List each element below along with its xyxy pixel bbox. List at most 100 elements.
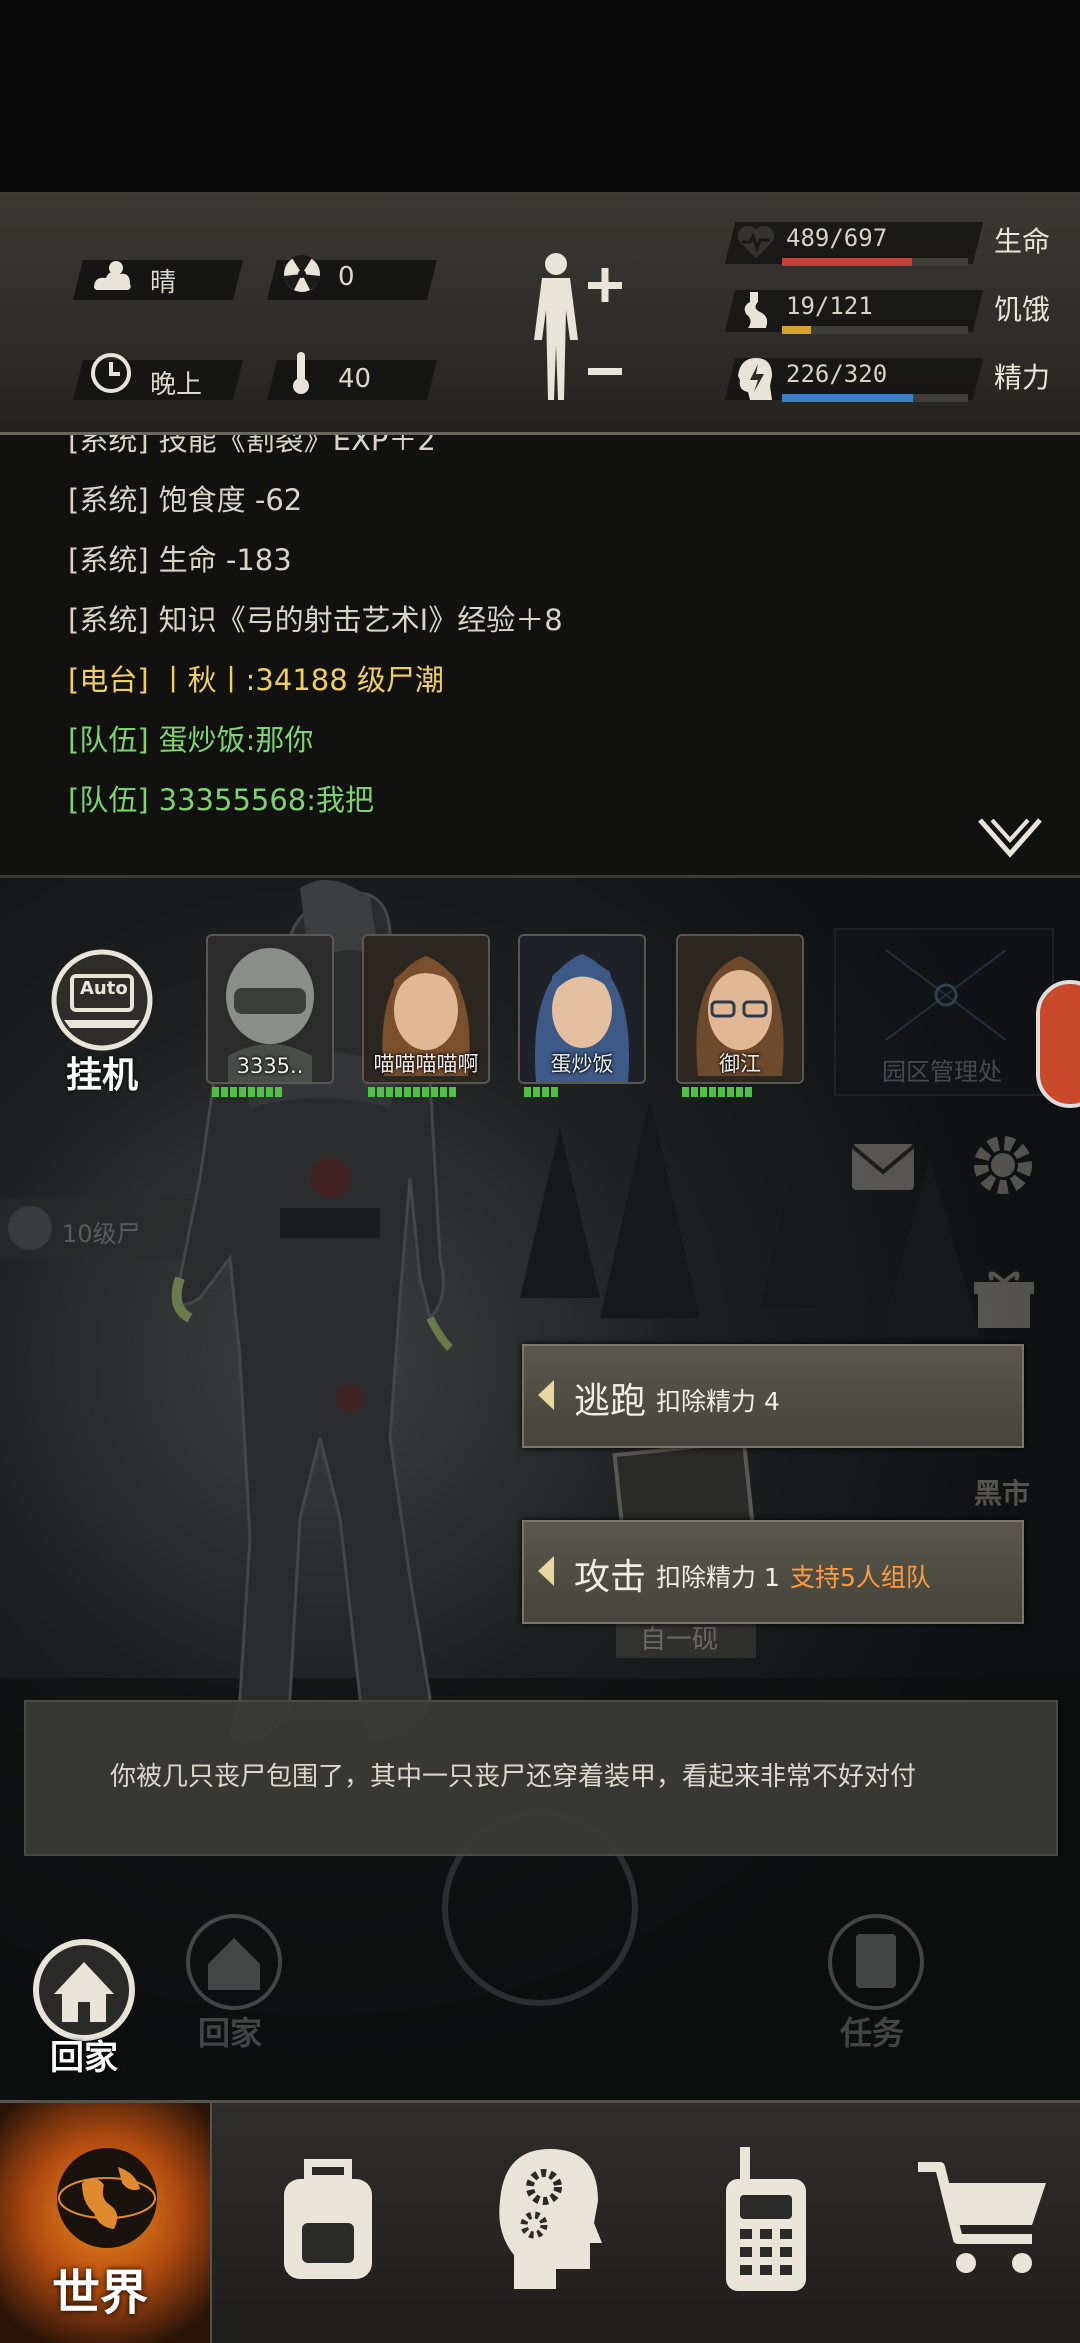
event-description-box: 你被几只丧尸包围了，其中一只丧尸还穿着装甲，看起来非常不好对付 [24,1700,1058,1856]
weather-value: 晴 [150,268,177,298]
task-button[interactable]: 任务 [826,1912,936,2052]
log-text: 知识《弓的射击艺术Ⅰ》经验＋8 [158,603,563,637]
teammate-name: 喵喵喵喵啊 [373,1052,479,1076]
attack-cost: 扣除精力 1 [656,1563,780,1592]
log-line: [队伍] 蛋炒饭:那你 [68,717,313,759]
clipboard-icon [828,1914,924,2010]
expand-log-chevron-icon[interactable] [976,816,1044,860]
auto-badge: Auto [80,978,128,999]
house-icon [186,1914,282,2010]
hp-segment [691,1087,698,1097]
log-line: [队伍] 33355568:我把 [68,777,374,819]
flee-button[interactable]: 逃跑 扣除精力 4 [522,1344,1024,1448]
energy-bar [782,394,968,402]
teammate-card[interactable]: 蛋炒饭 [518,934,646,1084]
log-line: [系统] 知识《弓的射击艺术Ⅰ》经验＋8 [68,597,563,639]
mail-icon[interactable] [850,1142,916,1192]
log-text: 饱食度 -62 [158,483,303,517]
teammate-name: 3335.. [236,1054,304,1078]
teammate-hp-bar [524,1087,558,1097]
nav-shop[interactable] [900,2103,1080,2343]
hunger-value: 19/121 [786,292,873,320]
log-tag: [系统] [68,435,149,457]
home-ghost-button: 回家 [184,1912,284,2052]
log-text: 丨秋丨:34188 级尸潮 [158,663,444,697]
black-market-label[interactable]: 黑市 [974,1472,1030,1512]
house-icon [33,1939,135,2041]
teammate-name: 蛋炒饭 [550,1052,614,1076]
home-ghost-label: 回家 [198,2014,263,2052]
nav-backpack[interactable] [256,2103,456,2343]
auto-battle-button[interactable]: Auto 挂机 [50,948,154,1096]
hp-segment [230,1087,237,1097]
energy-label: 精力 [994,361,1051,394]
log-text: 蛋炒饭:那你 [158,723,314,757]
task-label: 任务 [840,2014,905,2052]
log-line: [系统] 技能《割裂》EXP＋2 [68,435,436,459]
shopping-cart-icon [918,2162,1046,2273]
home-label: 回家 [50,2038,118,2078]
gift-icon[interactable] [972,1266,1036,1330]
log-tag: [队伍] [68,783,149,817]
hp-segment [257,1087,264,1097]
hp-segment [221,1087,228,1097]
time-value: 晚上 [150,370,203,400]
enemy-tag: 10级尸 [62,1220,141,1248]
log-text: 技能《割裂》EXP＋2 [158,435,436,457]
teammate-card[interactable]: 喵喵喵喵啊 [362,934,490,1084]
nav-world[interactable]: 世界 [0,2103,212,2343]
hunger-label: 饥饿 [994,293,1051,326]
map-node-icon [886,950,1006,1040]
body-status-icon[interactable] [520,250,630,410]
bottom-nav: 世界 [0,2100,1080,2343]
hp-segment [413,1087,420,1097]
log-text: 33355568:我把 [158,783,375,817]
log-tag: [电台] [68,663,149,697]
hp-segment [395,1087,402,1097]
teammate-hp-bar [682,1087,752,1097]
attack-button[interactable]: 攻击 扣除精力 1 支持5人组队 [522,1520,1024,1624]
auto-label: 挂机 [66,1055,139,1096]
radiation-icon [284,254,320,292]
nav-radio[interactable] [696,2103,896,2343]
weather-sun-icon [94,261,131,290]
radiation-value: 0 [338,262,355,292]
clock-icon [91,353,131,393]
flee-label: 逃跑 [574,1381,647,1422]
settings-gear-icon[interactable] [970,1132,1036,1198]
energy-head-icon [738,358,772,400]
walkie-talkie-icon [726,2147,806,2291]
hp-segment [682,1087,689,1097]
thermometer-icon [293,352,309,394]
hp-segment [431,1087,438,1097]
nav-skills[interactable] [476,2103,676,2343]
hp-segment [404,1087,411,1097]
nav-world-label: 世界 [52,2265,149,2321]
message-log[interactable]: [系统] 技能《割裂》EXP＋2 [系统] 饱食度 -62 [系统] 生命 -183 [系统… [0,435,1080,878]
hp-segment [718,1087,725,1097]
park-office-button[interactable]: 园区管理处 [834,928,1054,1096]
hp-segment [542,1087,549,1097]
log-line: [电台] 丨秋丨:34188 级尸潮 [68,657,444,699]
teammate-card[interactable]: 御江 [676,934,804,1084]
event-description: 你被几只丧尸包围了，其中一只丧尸还穿着装甲，看起来非常不好对付 [110,1762,917,1792]
hp-segment [727,1087,734,1097]
flee-cost: 扣除精力 4 [656,1387,780,1416]
hp-segment [248,1087,255,1097]
side-video-button[interactable] [1036,980,1080,1108]
log-tag: [队伍] [68,723,149,757]
home-button[interactable]: 回家 [32,1938,142,2078]
life-label: 生命 [994,225,1051,258]
park-office-label: 园区管理处 [882,1058,1002,1086]
hp-segment [709,1087,716,1097]
left-arrow-icon [538,1380,554,1410]
hp-segment [745,1087,752,1097]
hp-segment [524,1087,531,1097]
teammate-card[interactable]: 3335.. [206,934,334,1084]
hp-segment [377,1087,384,1097]
hunger-bar [782,326,968,334]
log-line: [系统] 生命 -183 [68,537,292,579]
backpack-icon [284,2159,372,2279]
hp-segment [239,1087,246,1097]
hp-segment [275,1087,282,1097]
